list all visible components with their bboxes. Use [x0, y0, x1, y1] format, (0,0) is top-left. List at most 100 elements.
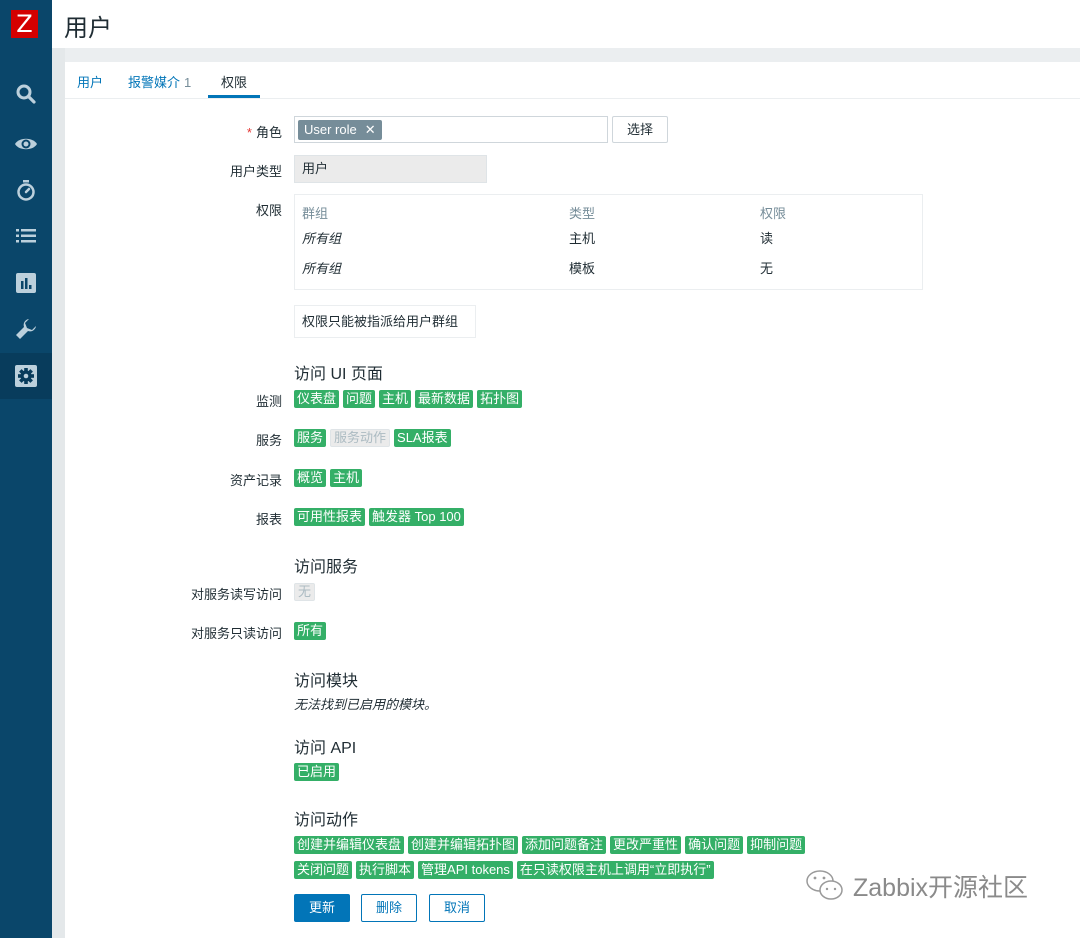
- wechat-icon: [806, 870, 843, 900]
- permissions-label: 权限: [255, 203, 282, 218]
- module-empty-note: 无法找到已启用的模块。: [294, 697, 438, 712]
- action-tag: 确认问题: [685, 836, 744, 854]
- role-chip-text: User role: [304, 122, 357, 137]
- action-tag: 创建并编辑拓扑图: [408, 836, 519, 854]
- ui-tag: 主机: [379, 390, 412, 408]
- ui-tag: SLA报表: [394, 429, 451, 447]
- table-row-permission: 无: [760, 261, 774, 276]
- sidebar-item-search[interactable]: [0, 71, 52, 117]
- list-icon: [16, 229, 36, 243]
- role-label: * 角色: [247, 122, 282, 141]
- action-tag: 更改严重性: [610, 836, 682, 854]
- tab-permissions-label: 权限: [221, 75, 248, 90]
- sidebar-item-reports[interactable]: [0, 260, 52, 306]
- ui-tag: 可用性报表: [294, 508, 366, 526]
- monitoring-tags: 仪表盘 问题 主机 最新数据 拓扑图: [294, 390, 523, 408]
- column-header-permission: 权限: [760, 206, 787, 221]
- sidebar-item-inventory[interactable]: [0, 213, 52, 259]
- ui-tag: 主机: [330, 469, 363, 487]
- page-title: 用户: [64, 15, 112, 42]
- watermark-text: Zabbix开源社区: [853, 874, 1029, 902]
- tab-user[interactable]: 用户: [77, 72, 103, 91]
- action-tag: 关闭问题: [294, 861, 353, 879]
- reports-label: 报表: [255, 512, 282, 527]
- service-rw-tags: 无: [294, 583, 316, 601]
- table-row-permission: 读: [760, 231, 774, 246]
- tab-permissions[interactable]: 权限: [221, 72, 247, 91]
- tab-media-label: 报警媒介: [128, 75, 181, 90]
- select-role-button[interactable]: 选择: [612, 116, 668, 143]
- action-tag: 执行脚本: [356, 861, 415, 879]
- role-chip: User role ✕: [298, 120, 382, 140]
- user-form-panel: 用户 报警媒介 1 权限 * 角色 User role ✕ 选择 用户类型 用户 权…: [65, 62, 1080, 938]
- ui-tag: 问题: [343, 390, 376, 408]
- update-button[interactable]: 更新: [294, 894, 350, 922]
- ui-tag: 服务: [294, 429, 327, 447]
- action-tag: 管理API tokens: [418, 861, 513, 879]
- sidebar-item-data-collection[interactable]: [0, 306, 52, 352]
- service-access-title: 访问服务: [294, 559, 359, 576]
- column-header-type: 类型: [569, 206, 596, 221]
- services-label: 服务: [255, 433, 282, 448]
- table-row-type: 主机: [569, 231, 596, 246]
- sidebar: Z: [0, 0, 52, 938]
- user-type-label: 用户类型: [229, 164, 282, 179]
- ui-tag: 仪表盘: [294, 390, 340, 408]
- tab-user-label: 用户: [77, 75, 104, 90]
- action-tags-row-2: 关闭问题 执行脚本 管理API tokens 在只读权限主机上调用“立即执行”: [294, 861, 714, 879]
- column-header-group: 群组: [302, 206, 329, 221]
- permissions-note: 权限只能被指派给用户群组: [294, 305, 476, 338]
- action-tag: 在只读权限主机上调用“立即执行”: [516, 861, 714, 879]
- bar-chart-icon: [16, 273, 36, 293]
- active-tab-indicator: [208, 95, 260, 98]
- module-access-title: 访问模块: [294, 673, 359, 690]
- sidebar-item-administration[interactable]: [0, 353, 52, 399]
- ui-access-title: 访问 UI 页面: [294, 366, 383, 383]
- service-rw-tag: 无: [294, 583, 316, 601]
- service-rw-label: 对服务读写访问: [190, 587, 282, 602]
- api-access-title: 访问 API: [294, 740, 357, 757]
- sidebar-item-services[interactable]: [0, 167, 52, 213]
- action-tag: 添加问题备注: [522, 836, 607, 854]
- action-tag: 抑制问题: [747, 836, 806, 854]
- action-tags-row-1: 创建并编辑仪表盘 创建并编辑拓扑图 添加问题备注 更改严重性 确认问题 抑制问题: [294, 836, 806, 854]
- inventory-tags: 概览 主机: [294, 469, 363, 487]
- watermark: Zabbix开源社区: [805, 868, 1028, 904]
- stopwatch-icon: [17, 180, 35, 201]
- cancel-button[interactable]: 取消: [429, 894, 485, 922]
- zabbix-logo[interactable]: Z: [11, 10, 38, 38]
- action-tag: 创建并编辑仪表盘: [294, 836, 405, 854]
- gear-icon: [15, 365, 37, 387]
- ui-tag: 最新数据: [415, 390, 474, 408]
- monitoring-label: 监测: [255, 394, 282, 409]
- ui-tag: 概览: [294, 469, 327, 487]
- services-tags: 服务 服务动作 SLA报表: [294, 429, 451, 447]
- media-count-badge: 1: [184, 75, 192, 90]
- table-row-type: 模板: [569, 261, 596, 276]
- api-enabled-tag: 已启用: [294, 763, 340, 781]
- gutter: [52, 48, 65, 938]
- search-icon: [16, 84, 36, 104]
- service-ro-label: 对服务只读访问: [190, 626, 282, 641]
- required-mark: *: [246, 125, 252, 140]
- ui-tag: 拓扑图: [477, 390, 523, 408]
- tab-media[interactable]: 报警媒介 1: [128, 72, 191, 91]
- ui-tag-disabled: 服务动作: [330, 429, 391, 447]
- action-access-title: 访问动作: [294, 812, 359, 829]
- page-header: 用户: [52, 0, 1080, 48]
- delete-button[interactable]: 删除: [361, 894, 417, 922]
- role-multiselect[interactable]: User role ✕: [294, 116, 608, 143]
- permissions-table: 群组 类型 权限 所有组 主机 读 所有组 模板 无: [294, 194, 923, 290]
- tab-bar: 用户 报警媒介 1 权限: [65, 62, 1080, 99]
- ui-tag: 触发器 Top 100: [369, 508, 464, 526]
- reports-tags: 可用性报表 触发器 Top 100: [294, 508, 464, 526]
- sidebar-item-monitoring[interactable]: [0, 121, 52, 167]
- user-type-field: 用户: [294, 155, 487, 183]
- api-access-tags: 已启用: [294, 763, 340, 781]
- service-ro-tag: 所有: [294, 622, 327, 640]
- remove-role-icon[interactable]: ✕: [365, 120, 376, 140]
- inventory-label: 资产记录: [229, 473, 282, 488]
- table-row-group: 所有组: [302, 231, 342, 246]
- service-ro-tags: 所有: [294, 622, 327, 640]
- eye-icon: [15, 138, 37, 150]
